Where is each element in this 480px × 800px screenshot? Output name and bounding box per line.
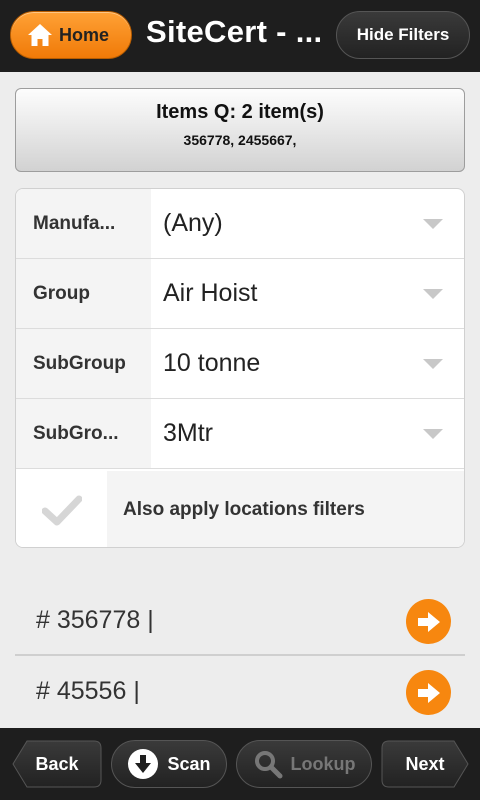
- items-queue-bar[interactable]: Items Q: 2 item(s) 356778, 2455667,: [15, 88, 465, 172]
- filter-row-subgroup-2[interactable]: SubGro... 3Mtr: [16, 399, 464, 469]
- filter-value: Air Hoist: [163, 279, 258, 307]
- scan-button[interactable]: Scan: [111, 740, 227, 788]
- arrow-right-icon: [417, 611, 440, 632]
- filter-row-subgroup[interactable]: SubGroup 10 tonne: [16, 329, 464, 399]
- filter-value: 10 tonne: [163, 349, 261, 377]
- next-label: Next: [405, 753, 445, 774]
- back-label: Back: [35, 753, 79, 774]
- filter-row-group[interactable]: Group Air Hoist: [16, 259, 464, 329]
- home-icon: [28, 24, 52, 46]
- filters-panel: Manufa... (Any) Group Air Hoist SubGroup…: [15, 188, 465, 548]
- list-item[interactable]: # 45556 |: [15, 656, 465, 726]
- open-item-button[interactable]: [406, 670, 451, 715]
- filter-label: SubGro...: [16, 399, 151, 468]
- download-arrow-icon: [127, 748, 159, 780]
- open-item-button[interactable]: [406, 599, 451, 644]
- hide-filters-button[interactable]: Hide Filters: [336, 11, 470, 59]
- items-queue-title: Items Q: 2 item(s): [156, 101, 324, 123]
- checkmark-icon: [41, 495, 82, 526]
- bottom-toolbar: Back Scan Lookup Next: [0, 728, 480, 800]
- filter-label: SubGroup: [16, 329, 151, 398]
- filter-label: Manufa...: [16, 189, 151, 258]
- filter-value: 3Mtr: [163, 419, 213, 447]
- home-label: Home: [59, 24, 110, 45]
- chevron-down-icon: [423, 429, 443, 439]
- list-item-label: # 356778 |: [36, 605, 154, 634]
- filter-value: (Any): [163, 209, 223, 237]
- top-toolbar: Home SiteCert - ... Hide Filters: [0, 0, 480, 72]
- scan-label: Scan: [167, 753, 211, 774]
- chevron-down-icon: [423, 219, 443, 229]
- back-button[interactable]: Back: [12, 740, 102, 788]
- location-filter-row[interactable]: Also apply locations filters: [16, 471, 464, 547]
- location-filter-checkbox[interactable]: [16, 471, 107, 547]
- list-item[interactable]: # 356778 |: [15, 585, 465, 655]
- arrow-right-icon: [417, 682, 440, 703]
- filter-row-manufacturer[interactable]: Manufa... (Any): [16, 189, 464, 259]
- lookup-button[interactable]: Lookup: [236, 740, 372, 788]
- filter-label: Group: [16, 259, 151, 328]
- chevron-down-icon: [423, 359, 443, 369]
- chevron-down-icon: [423, 289, 443, 299]
- search-icon: [253, 749, 283, 779]
- lookup-label: Lookup: [290, 753, 356, 774]
- page-title: SiteCert - ...: [146, 14, 323, 49]
- items-queue-ids: 356778, 2455667,: [183, 132, 297, 148]
- list-item-label: # 45556 |: [36, 676, 140, 705]
- next-button[interactable]: Next: [381, 740, 469, 788]
- location-filter-label: Also apply locations filters: [107, 471, 464, 547]
- home-button[interactable]: Home: [10, 11, 132, 59]
